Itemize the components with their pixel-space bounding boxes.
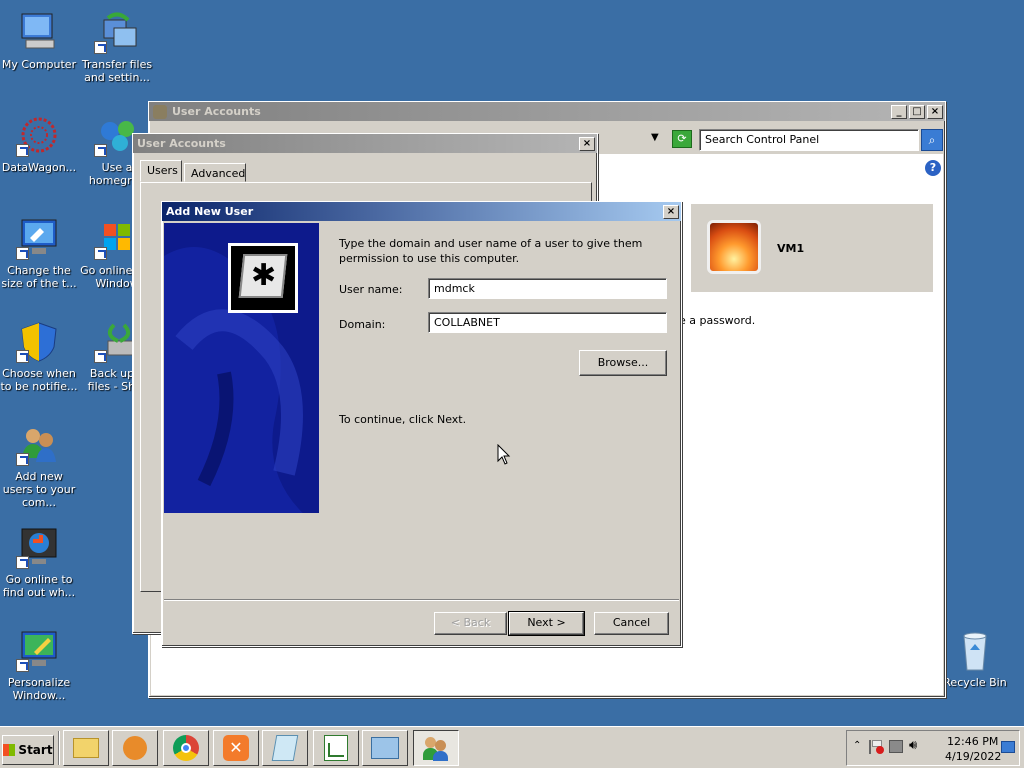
search-input[interactable]: Search Control Panel [699, 129, 919, 151]
username-label: User name: [339, 283, 403, 296]
close-button[interactable]: × [663, 204, 679, 219]
taskbar-notepad[interactable] [262, 730, 308, 766]
button-separator [164, 599, 679, 601]
close-button[interactable]: × [927, 104, 943, 119]
start-button[interactable]: Start [2, 735, 54, 765]
password-link-text[interactable]: e a password. [679, 314, 755, 327]
taskbar-chrome[interactable] [163, 730, 209, 766]
dialog-title: Add New User [166, 205, 254, 218]
users-icon [153, 104, 167, 119]
add-new-user-titlebar[interactable]: Add New User × [162, 202, 681, 221]
taskbar-explorer[interactable] [63, 730, 109, 766]
desktop-icon-label: Add new users to your com... [2, 470, 76, 509]
desktop-icon-label: Recycle Bin [943, 676, 1007, 689]
display-icon [16, 218, 62, 260]
desktop-icon-my-computer[interactable]: My Computer [0, 12, 78, 71]
desktop-icon-label: DataWagon... [1, 161, 77, 174]
minimize-button[interactable]: _ [891, 104, 907, 119]
desktop-icon-recycle-bin[interactable]: Recycle Bin [936, 630, 1014, 689]
user-name: VM1 [777, 242, 805, 255]
desktop-icon-label: Choose when to be notifie... [0, 367, 78, 393]
wizard-art-panel: ✱ [164, 223, 319, 513]
chart-app-icon [324, 735, 348, 761]
user-accounts-titlebar[interactable]: User Accounts × [133, 134, 597, 153]
taskbar-media-player[interactable] [112, 730, 158, 766]
cancel-button[interactable]: Cancel [594, 612, 669, 635]
dialog-title: User Accounts [137, 137, 226, 150]
instruction-text: Type the domain and user name of a user … [339, 237, 643, 265]
user-card-icon: ✱ [228, 243, 298, 313]
back-button[interactable]: < Back [434, 612, 507, 635]
transfer-icon [94, 12, 140, 54]
datawagon-icon [16, 115, 62, 157]
desktop-icon-datawagon[interactable]: DataWagon... [0, 115, 78, 174]
volume-icon[interactable]: 🔊︎ [909, 738, 917, 753]
xampp-icon: ✕ [223, 735, 249, 761]
show-hidden-icons-icon[interactable]: ⌃ [853, 740, 861, 751]
windows-logo-icon [3, 744, 16, 756]
taskbar-server-manager[interactable] [362, 730, 408, 766]
taskbar-chart-app[interactable] [313, 730, 359, 766]
help-icon[interactable]: ? [925, 160, 941, 176]
desktop-icon-label: Personalize Window... [7, 676, 71, 702]
media-player-icon [123, 736, 147, 760]
taskbar-user-accounts[interactable] [413, 730, 459, 766]
desktop-icon-label: Transfer files and settin... [81, 58, 153, 84]
search-icon[interactable]: ⌕ [921, 129, 943, 151]
mouse-cursor-icon [497, 444, 511, 465]
tab-advanced[interactable]: Advanced [184, 163, 246, 182]
tab-users[interactable]: Users [140, 160, 182, 182]
action-center-flag-icon[interactable] [869, 740, 884, 754]
chrome-icon [173, 735, 199, 761]
users-icon [423, 735, 449, 761]
show-desktop-icon[interactable] [1001, 741, 1015, 753]
control-panel-titlebar[interactable]: User Accounts _ □ × [149, 102, 945, 121]
system-tray: ⌃ 🔊︎ 12:46 PM 4/19/2022 [846, 730, 1020, 766]
next-button[interactable]: Next > [508, 611, 585, 636]
computer-icon [16, 12, 62, 54]
maximize-button[interactable]: □ [909, 104, 925, 119]
quick-launch-separator [58, 731, 60, 765]
start-label: Start [18, 743, 53, 757]
taskbar-xampp[interactable]: ✕ [213, 730, 259, 766]
personalize-icon [16, 630, 62, 672]
window-title: User Accounts [172, 105, 261, 118]
continue-text: To continue, click Next. [339, 413, 467, 426]
desktop-icon-add-users[interactable]: Add new users to your com... [0, 424, 78, 509]
shield-icon [16, 321, 62, 363]
desktop-icon-choose-notifications[interactable]: Choose when to be notifie... [0, 321, 78, 393]
server-manager-icon [371, 737, 399, 759]
add-new-user-dialog[interactable]: Add New User × ✱ Type the domain and use… [161, 201, 682, 647]
user-tile[interactable]: VM1 [691, 204, 933, 292]
users-icon [16, 424, 62, 466]
address-dropdown-icon[interactable]: ▼ [651, 132, 659, 143]
desktop-icon-label: Change the size of the t... [1, 264, 77, 290]
desktop-icon-go-online-find-out[interactable]: Go online to find out wh... [0, 527, 78, 599]
user-picture [707, 220, 761, 274]
username-field[interactable]: mdmck [428, 278, 667, 299]
domain-field[interactable]: COLLABNET [428, 312, 667, 333]
domain-label: Domain: [339, 318, 386, 331]
network-icon[interactable] [889, 740, 903, 753]
close-button[interactable]: × [579, 136, 595, 151]
browse-button[interactable]: Browse... [579, 350, 667, 376]
taskbar: Start ✕ ⌃ 🔊︎ 12:46 PM 4/19/2022 [0, 726, 1024, 768]
refresh-icon[interactable]: ⟳ [672, 130, 692, 148]
clock-date[interactable]: 4/19/2022 [945, 750, 1001, 763]
desktop-icon-label: Go online to find out wh... [2, 573, 76, 599]
desktop-icon-personalize[interactable]: Personalize Window... [0, 630, 78, 702]
recycle-bin-icon [952, 630, 998, 672]
clock-time[interactable]: 12:46 PM [947, 735, 998, 748]
desktop-icon-change-size[interactable]: Change the size of the t... [0, 218, 78, 290]
folder-icon [73, 738, 99, 758]
notepad-icon [271, 735, 299, 761]
desktop-icon-label: My Computer [1, 58, 77, 71]
globe-monitor-icon [16, 527, 62, 569]
desktop-icon-transfer-files[interactable]: Transfer files and settin... [78, 12, 156, 84]
